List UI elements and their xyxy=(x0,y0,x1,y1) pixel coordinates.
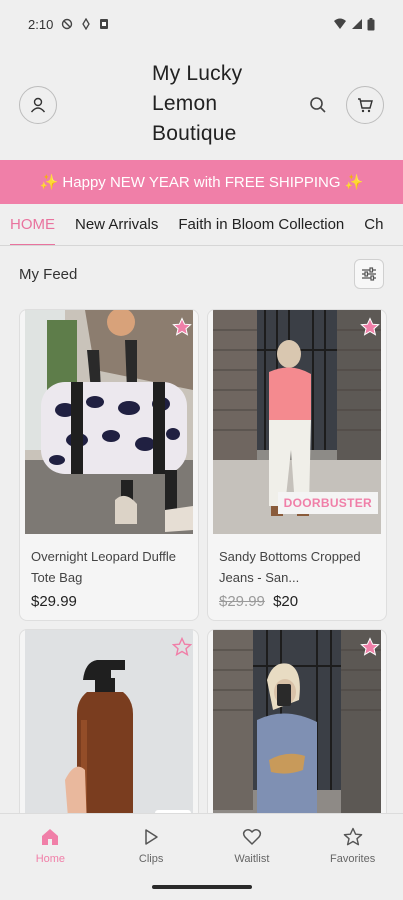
promo-banner-text: ✨ Happy NEW YEAR with FREE SHIPPING ✨ xyxy=(39,174,364,191)
app-header: My Lucky Lemon Boutique xyxy=(0,55,403,155)
product-price: $29.99 $20 xyxy=(219,593,298,610)
tab-partial[interactable]: Ch xyxy=(354,204,393,245)
play-icon xyxy=(140,826,162,848)
favorite-star-icon[interactable] xyxy=(360,637,380,657)
heart-icon xyxy=(241,826,263,848)
feed-title: My Feed xyxy=(19,266,78,283)
nav-home-label: Home xyxy=(35,853,66,865)
status-bar: 2:10 xyxy=(0,0,403,48)
search-icon xyxy=(310,97,326,113)
favorite-star-icon[interactable] xyxy=(360,317,380,337)
tab-new-arrivals[interactable]: New Arrivals xyxy=(65,204,168,245)
product-name[interactable]: Overnight Leopard Duffle Tote Bag xyxy=(31,546,186,588)
cart-icon xyxy=(358,98,373,113)
nav-favorites-label: Favorites xyxy=(330,853,376,865)
profile-button[interactable] xyxy=(19,86,57,124)
home-indicator[interactable] xyxy=(152,885,252,889)
signal-icon xyxy=(352,19,362,29)
product-card[interactable]: DOORBUSTER Sandy Bottoms Cropped Jeans -… xyxy=(207,309,387,621)
product-card[interactable]: Overnight Leopard Duffle Tote Bag $29.99 xyxy=(19,309,199,621)
favorite-star-icon[interactable] xyxy=(172,637,192,657)
nav-waitlist-label: Waitlist xyxy=(234,853,270,865)
nav-home[interactable]: Home xyxy=(0,814,101,900)
tab-faith-in-bloom[interactable]: Faith in Bloom Collection xyxy=(168,204,354,245)
category-tabs: HOME New Arrivals Faith in Bloom Collect… xyxy=(0,204,403,246)
nav-clips-label: Clips xyxy=(138,853,164,865)
user-icon xyxy=(30,97,46,113)
sliders-icon xyxy=(362,267,376,281)
tab-home[interactable]: HOME xyxy=(0,204,65,245)
product-image[interactable] xyxy=(213,630,381,828)
search-button[interactable] xyxy=(306,93,330,117)
product-image[interactable] xyxy=(25,310,193,534)
status-time: 2:10 xyxy=(28,16,54,32)
product-card[interactable] xyxy=(19,629,199,829)
star-icon xyxy=(342,826,364,848)
filter-button[interactable] xyxy=(354,259,384,289)
price-current: $29.99 xyxy=(31,593,77,610)
price-current: $20 xyxy=(273,593,299,610)
location-icon xyxy=(82,18,91,30)
battery-icon xyxy=(367,17,375,30)
wifi-icon xyxy=(334,18,346,29)
home-icon xyxy=(39,826,61,848)
brand-title: My Lucky Lemon Boutique xyxy=(152,62,243,145)
sim-icon xyxy=(100,19,109,29)
cart-button[interactable] xyxy=(346,86,384,124)
favorite-star-icon[interactable] xyxy=(172,317,192,337)
dnd-icon xyxy=(62,18,73,30)
promo-banner[interactable]: ✨ Happy NEW YEAR with FREE SHIPPING ✨ xyxy=(0,160,403,204)
product-name[interactable]: Sandy Bottoms Cropped Jeans - San... xyxy=(219,546,374,588)
price-original: $29.99 xyxy=(219,593,265,610)
nav-favorites[interactable]: Favorites xyxy=(302,814,403,900)
product-card[interactable] xyxy=(207,629,387,829)
product-image[interactable] xyxy=(25,630,193,828)
product-price: $29.99 xyxy=(31,593,77,610)
doorbuster-badge: DOORBUSTER xyxy=(277,492,378,514)
